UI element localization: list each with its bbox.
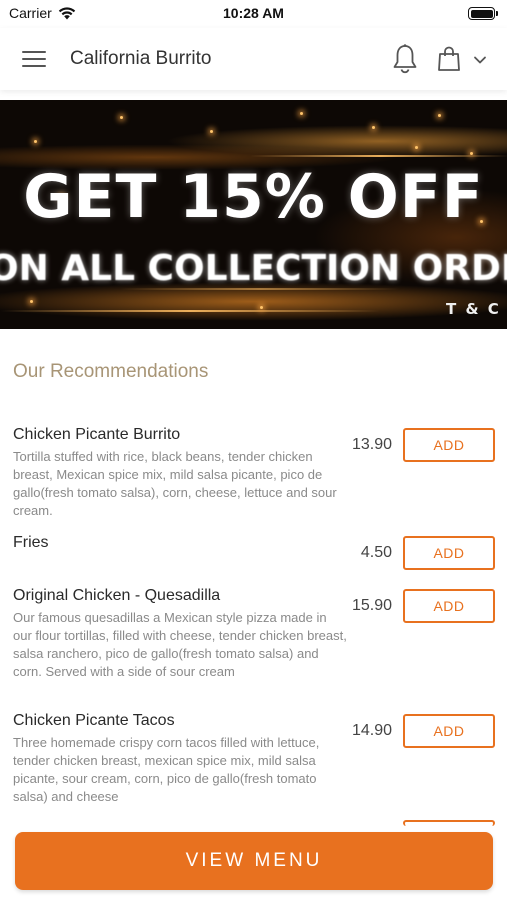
promo-headline: GET 15% OFF bbox=[23, 162, 484, 232]
status-time: 10:28 AM bbox=[223, 5, 284, 21]
promo-banner[interactable]: GET 15% OFF ON ALL COLLECTION ORDERS T &… bbox=[0, 100, 507, 329]
promo-terms: T & C Apply bbox=[446, 300, 507, 318]
chevron-down-icon[interactable] bbox=[470, 50, 490, 70]
item-price: 15.90 bbox=[351, 597, 392, 614]
add-button[interactable]: ADD bbox=[403, 714, 495, 748]
item-price: 13.90 bbox=[351, 436, 392, 453]
app-header: California Burrito bbox=[0, 28, 507, 90]
add-button[interactable]: ADD bbox=[403, 536, 495, 570]
battery-icon bbox=[468, 7, 498, 20]
item-price: 14.90 bbox=[351, 722, 392, 739]
menu-icon[interactable] bbox=[22, 49, 48, 69]
promo-subline: ON ALL COLLECTION ORDERS bbox=[0, 248, 507, 289]
item-name: Fries bbox=[13, 534, 49, 551]
item-name: Chicken Picante Tacos bbox=[13, 712, 175, 729]
shopping-bag-icon[interactable] bbox=[436, 45, 462, 73]
view-menu-button[interactable]: VIEW MENU bbox=[15, 832, 493, 890]
add-button[interactable]: ADD bbox=[403, 589, 495, 623]
add-button[interactable]: ADD bbox=[403, 428, 495, 462]
item-price: 4.50 bbox=[360, 544, 392, 561]
item-name: Original Chicken - Quesadilla bbox=[13, 587, 221, 604]
status-bar: Carrier 10:28 AM bbox=[0, 0, 507, 28]
item-description: Three homemade crispy corn tacos filled … bbox=[13, 735, 320, 804]
restaurant-title: California Burrito bbox=[70, 48, 212, 69]
bell-icon[interactable] bbox=[390, 43, 420, 75]
item-description: Our famous quesadillas a Mexican style p… bbox=[13, 610, 347, 679]
add-button-partial[interactable] bbox=[403, 820, 495, 826]
section-title: Our Recommendations bbox=[13, 361, 209, 382]
item-name: Chicken Picante Burrito bbox=[13, 426, 181, 443]
item-description: Tortilla stuffed with rice, black beans,… bbox=[13, 449, 337, 518]
